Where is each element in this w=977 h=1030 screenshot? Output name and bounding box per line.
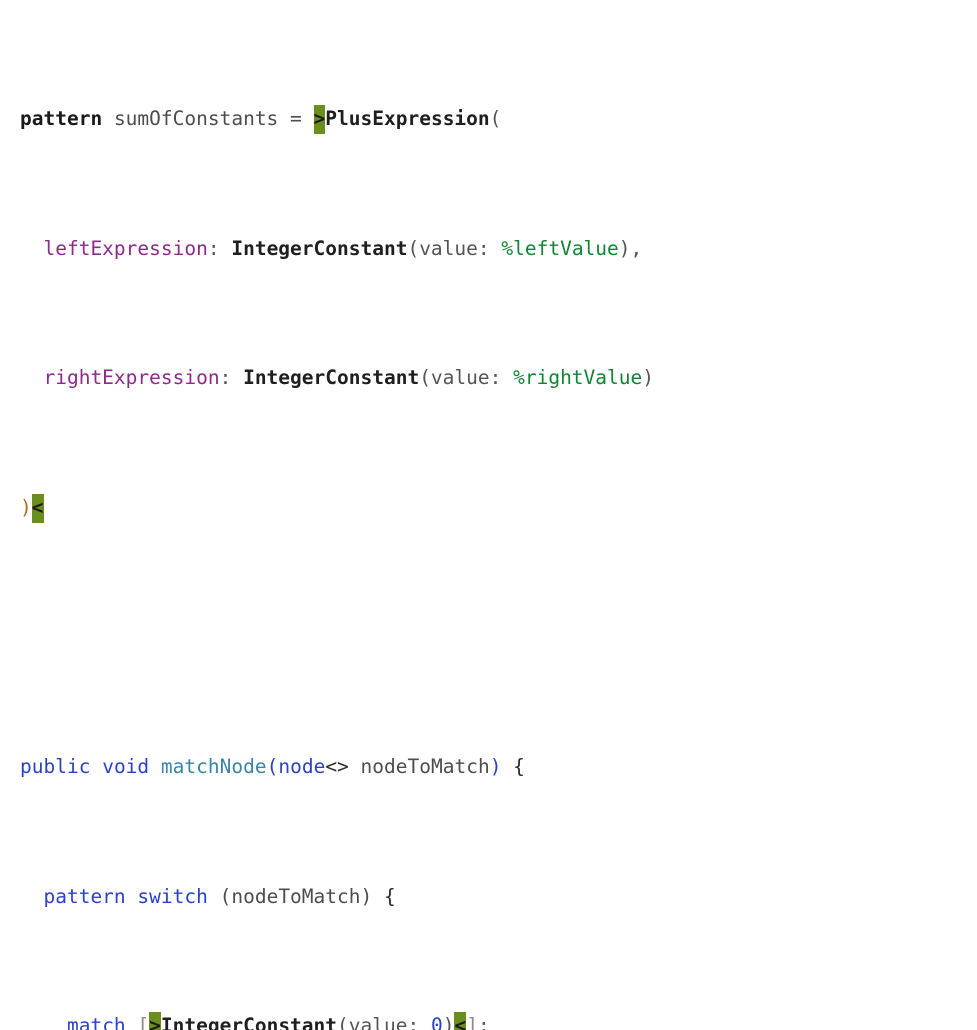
equals-operator: = (278, 107, 314, 131)
binding-left-value: %leftValue (501, 236, 619, 260)
open-brace: { (501, 755, 525, 779)
code-line-6: public void matchNode(node<> nodeToMatch… (20, 751, 977, 783)
open-brace: { (383, 884, 396, 908)
keyword-pattern: pattern (43, 884, 126, 908)
args-close: ), (618, 236, 643, 260)
method-name-match-node: matchNode (160, 755, 267, 779)
code-line-8: match [>IntegerConstant(value: 0)<]: (20, 1010, 977, 1030)
param-node-to-match: nodeToMatch (360, 755, 490, 779)
keyword-match: match (66, 1014, 126, 1030)
code-line-2: leftExpression: IntegerConstant(value: %… (20, 233, 977, 265)
number-literal-zero: 0 (430, 1014, 443, 1030)
close-paren: ) (20, 496, 32, 520)
caret-marker-close-icon[interactable]: < (454, 1012, 467, 1030)
args-open: (value: (419, 366, 514, 390)
open-paren: ( (489, 107, 502, 131)
pattern-name: sumOfConstants (113, 107, 279, 131)
code-line-3: rightExpression: IntegerConstant(value: … (20, 362, 977, 394)
property-left-expression: leftExpression (43, 236, 208, 260)
code-line-4: )< (20, 492, 977, 524)
code-line-7: pattern switch (nodeToMatch) { (20, 881, 977, 913)
paren-close: ) (442, 1014, 455, 1030)
paren-open: ( (266, 755, 279, 779)
colon: : (477, 1014, 490, 1030)
paren-close: ) (489, 755, 502, 779)
type-plus-expression: PlusExpression (325, 107, 490, 131)
code-line-1: pattern sumOfConstants = >PlusExpression… (20, 103, 977, 135)
keyword-switch: switch (137, 884, 208, 908)
colon: : (219, 366, 244, 390)
keyword-void: void (102, 755, 150, 779)
keyword-public: public (20, 755, 91, 779)
binding-right-value: %rightValue (513, 366, 643, 390)
caret-marker-open-icon[interactable]: > (313, 105, 326, 135)
type-integer-constant: IntegerConstant (231, 236, 408, 260)
bracket-close: ] (466, 1014, 478, 1030)
args-open: (value: (337, 1014, 431, 1030)
args-open: (value: (407, 236, 502, 260)
colon: : (207, 236, 232, 260)
property-right-expression: rightExpression (43, 366, 220, 390)
caret-marker-close-icon[interactable]: < (31, 494, 44, 524)
code-editor-content[interactable]: pattern sumOfConstants = >PlusExpression… (0, 0, 977, 1030)
type-integer-constant: IntegerConstant (243, 366, 420, 390)
generics-diamond: <> (325, 755, 349, 779)
bracket-open: [ (137, 1014, 150, 1030)
type-integer-constant: IntegerConstant (160, 1014, 338, 1030)
param-type-node: node (278, 755, 326, 779)
args-close: ) (642, 366, 654, 390)
keyword-pattern: pattern (20, 107, 103, 131)
caret-marker-open-icon[interactable]: > (149, 1012, 161, 1030)
switch-expression: (nodeToMatch) (207, 884, 384, 908)
